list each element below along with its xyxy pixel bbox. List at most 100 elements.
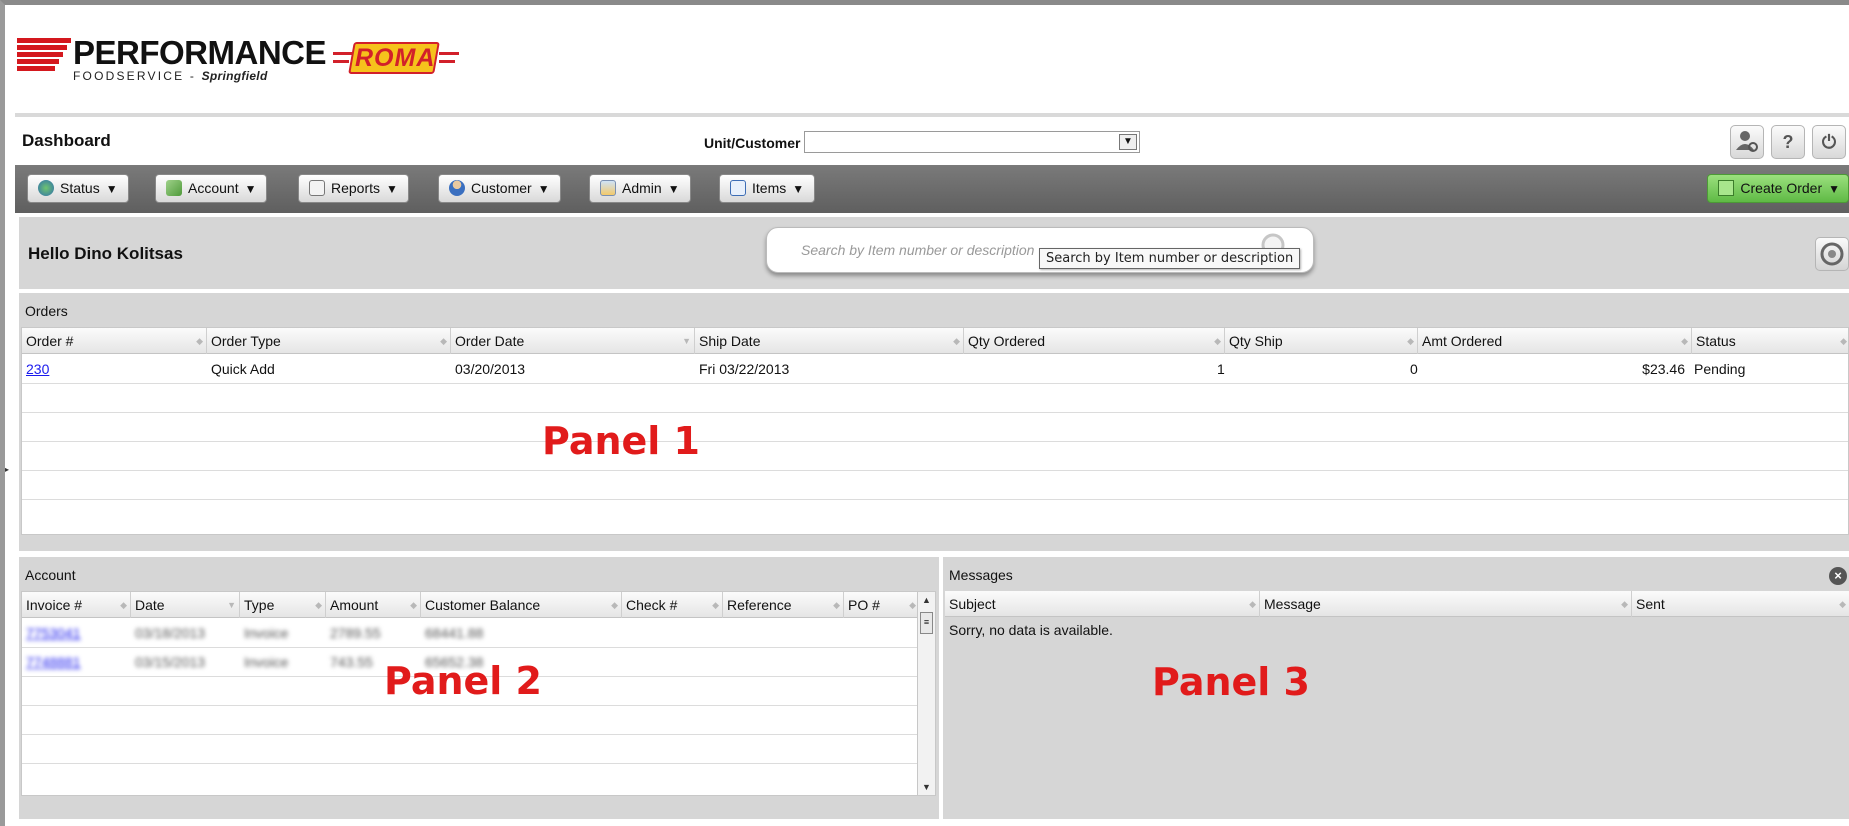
table-row — [22, 384, 1848, 413]
col-subject[interactable]: Subject ◆ — [945, 591, 1260, 617]
person-icon — [449, 180, 465, 196]
amt-ordered-cell: $23.46 — [1642, 361, 1685, 377]
status-cell: Pending — [1694, 361, 1746, 377]
table-row — [22, 706, 917, 735]
invoice-date-cell: 03/18/2013 — [135, 625, 206, 641]
account-scrollbar[interactable]: ▲ ≡ ▼ — [917, 592, 935, 795]
brand-subtitle: FOODSERVICE - Springfield — [73, 69, 268, 83]
customer-menu-button[interactable]: Customer ▼ — [438, 174, 561, 203]
account-menu-button[interactable]: Account ▼ — [155, 174, 268, 203]
messages-panel-title: Messages — [949, 567, 1013, 583]
performance-foodservice-logo: PERFORMANCE FOODSERVICE - Springfield — [13, 35, 327, 85]
report-icon — [309, 180, 325, 196]
empty-state-text: Sorry, no data is available. — [949, 622, 1113, 638]
create-order-button[interactable]: Create Order ▼ — [1707, 174, 1849, 203]
user-settings-icon[interactable] — [1730, 125, 1764, 159]
help-icon[interactable]: ? — [1771, 125, 1805, 159]
dashboard-bar: Dashboard Unit/Customer ▼ ? ⏻ — [15, 113, 1849, 165]
greeting-text: Hello Dino Kolitsas — [28, 244, 183, 263]
account-panel: Account Invoice # ◆ Date ▼ Type ◆ Amount ◆ C… — [19, 557, 939, 819]
invoice-link[interactable]: 7753041 — [26, 625, 81, 641]
invoice-balance-cell: 68441.88 — [425, 625, 484, 641]
search-tooltip: Search by Item number or description — [1039, 248, 1301, 269]
items-menu-button[interactable]: Items ▼ — [719, 174, 816, 203]
col-amt-ordered[interactable]: Amt Ordered ◆ — [1418, 328, 1692, 354]
account-grid-header: Invoice # ◆ Date ▼ Type ◆ Amount ◆ Customer … — [22, 592, 917, 618]
close-icon[interactable]: × — [1829, 567, 1847, 585]
ship-date-cell: Fri 03/22/2013 — [699, 361, 790, 377]
col-status[interactable]: Status ◆ — [1692, 328, 1849, 354]
account-panel-title: Account — [25, 567, 76, 583]
invoice-link[interactable]: 7748881 — [26, 654, 81, 670]
col-message[interactable]: Message ◆ — [1260, 591, 1632, 617]
panel-2-label: Panel 2 — [384, 659, 542, 703]
orders-grid-header: Order # ◆ Order Type ◆ Order Date ▼ Ship Da… — [22, 328, 1848, 354]
table-row — [22, 735, 917, 764]
col-qty-ship[interactable]: Qty Ship ◆ — [1225, 328, 1418, 354]
order-date-cell: 03/20/2013 — [455, 361, 526, 377]
table-row — [22, 500, 1848, 529]
col-ship-date[interactable]: Ship Date ◆ — [695, 328, 964, 354]
col-order-no[interactable]: Order # ◆ — [22, 328, 207, 354]
order-number-link[interactable]: 230 — [26, 361, 49, 377]
orders-panel: Orders Order # ◆ Order Type ◆ Order Date ▼ … — [19, 293, 1849, 551]
scroll-down-icon[interactable]: ▼ — [918, 779, 935, 795]
items-icon — [730, 180, 746, 196]
welcome-strip: Hello Dino Kolitsas Search by Item numbe… — [19, 217, 1849, 289]
search-placeholder: Search by Item number or description — [801, 242, 1035, 258]
messages-grid-header: Subject ◆ Message ◆ Sent ◆ — [945, 591, 1849, 617]
sidebar-toggle-icon[interactable]: ▸ — [5, 465, 10, 487]
roma-logo: ROMA — [333, 40, 461, 76]
reports-menu-button[interactable]: Reports ▼ — [298, 174, 409, 203]
admin-menu-button[interactable]: Admin ▼ — [589, 174, 691, 203]
col-amount[interactable]: Amount ◆ — [326, 592, 421, 618]
power-icon[interactable]: ⏻ — [1812, 125, 1846, 159]
col-check-no[interactable]: Check # ◆ — [622, 592, 723, 618]
refresh-icon[interactable] — [1815, 237, 1849, 271]
qty-ordered-cell: 1 — [1217, 361, 1225, 377]
money-icon — [166, 180, 182, 196]
orders-grid: Order # ◆ Order Type ◆ Order Date ▼ Ship Da… — [21, 327, 1849, 535]
col-reference[interactable]: Reference ◆ — [723, 592, 844, 618]
logo-header: PERFORMANCE FOODSERVICE - Springfield RO… — [5, 5, 1849, 107]
panel-3-label: Panel 3 — [1152, 660, 1310, 704]
status-menu-button[interactable]: Status ▼ — [27, 174, 129, 203]
orders-panel-title: Orders — [25, 303, 68, 319]
globe-icon — [38, 180, 54, 196]
create-order-icon — [1718, 180, 1735, 196]
col-order-type[interactable]: Order Type ◆ — [207, 328, 451, 354]
brand-name: PERFORMANCE — [73, 34, 327, 71]
col-po-no[interactable]: PO # ◆ — [844, 592, 919, 618]
table-row — [22, 471, 1848, 500]
scroll-thumb[interactable]: ≡ — [920, 612, 933, 634]
invoice-type-cell: Invoice — [244, 625, 289, 641]
admin-icon — [600, 180, 616, 196]
col-order-date[interactable]: Order Date ▼ — [451, 328, 695, 354]
table-row[interactable]: 230 Quick Add 03/20/2013 Fri 03/22/2013 … — [22, 355, 1848, 384]
invoice-amount-cell: 2789.55 — [330, 625, 381, 641]
col-type[interactable]: Type ◆ — [240, 592, 326, 618]
unit-customer-select[interactable]: ▼ — [804, 131, 1140, 153]
chevron-down-icon[interactable]: ▼ — [1119, 134, 1137, 150]
col-invoice-no[interactable]: Invoice # ◆ — [22, 592, 131, 618]
col-sent[interactable]: Sent ◆ — [1632, 591, 1849, 617]
panel-1-label: Panel 1 — [542, 419, 700, 463]
col-customer-balance[interactable]: Customer Balance ◆ — [421, 592, 622, 618]
table-row — [22, 442, 1848, 471]
order-type-cell: Quick Add — [211, 361, 275, 377]
main-toolbar: Status ▼ Account ▼ Reports ▼ Customer ▼ Admi… — [15, 165, 1849, 213]
col-qty-ordered[interactable]: Qty Ordered ◆ — [964, 328, 1225, 354]
unit-customer-label: Unit/Customer — [704, 135, 801, 151]
page-title: Dashboard — [22, 131, 111, 150]
app-window: PERFORMANCE FOODSERVICE - Springfield RO… — [0, 0, 1849, 826]
invoice-date-cell: 03/15/2013 — [135, 654, 206, 670]
table-row — [22, 413, 1848, 442]
scroll-up-icon[interactable]: ▲ — [918, 592, 935, 608]
table-row[interactable]: 7753041 03/18/2013 Invoice 2789.55 68441… — [22, 619, 917, 648]
qty-ship-cell: 0 — [1410, 361, 1418, 377]
messages-panel: Messages × Subject ◆ Message ◆ Sent ◆ Sorry… — [943, 557, 1849, 819]
col-date[interactable]: Date ▼ — [131, 592, 240, 618]
logo-stripes — [17, 38, 71, 78]
invoice-amount-cell: 743.55 — [330, 654, 373, 670]
table-row — [22, 764, 917, 793]
